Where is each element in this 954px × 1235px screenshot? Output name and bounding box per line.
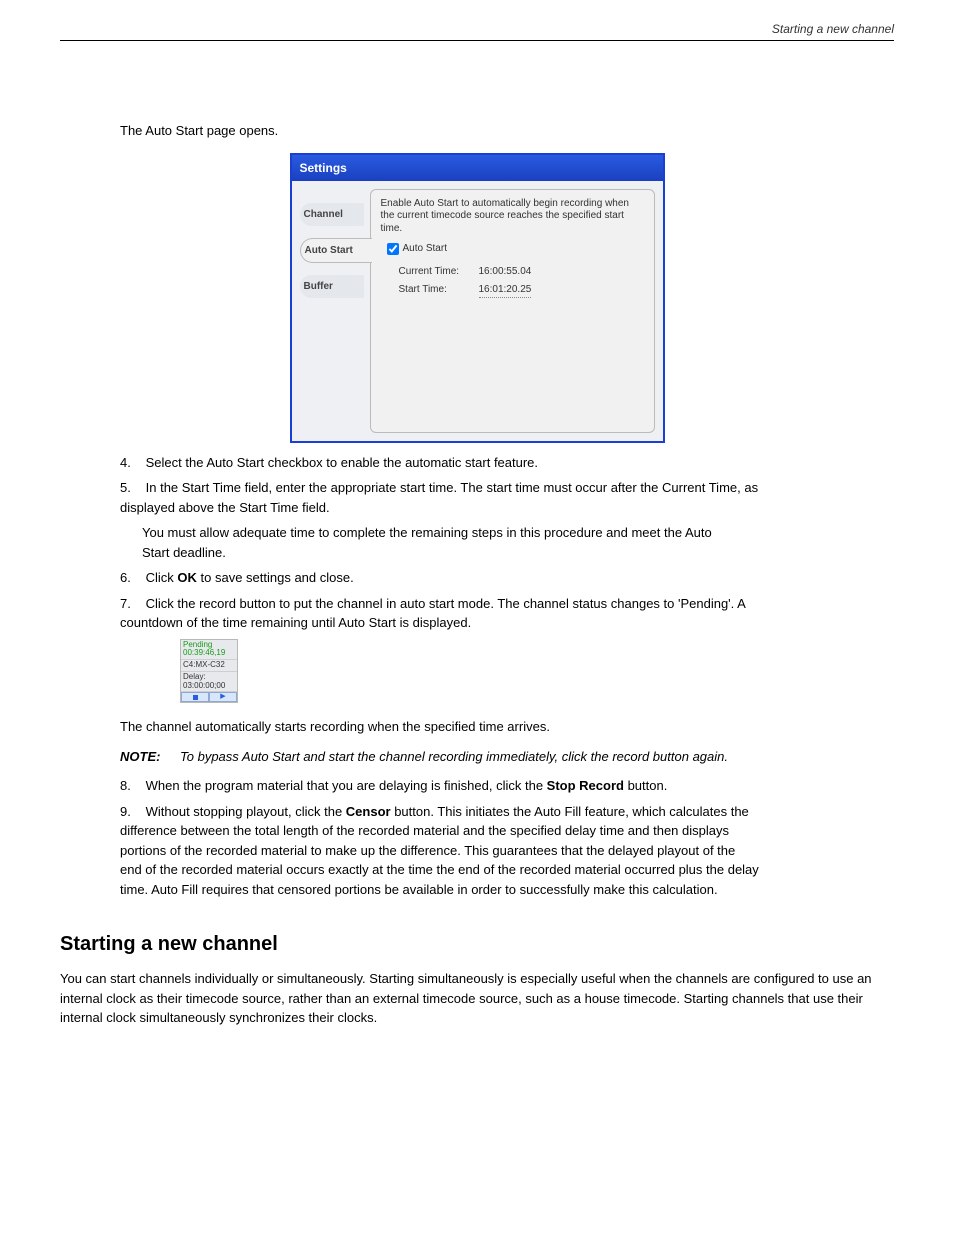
page-header: Starting a new channel (60, 20, 894, 41)
step-8-text2: button. (624, 778, 667, 793)
auto-start-checkbox-label: Auto Start (403, 241, 447, 256)
panel-description: Enable Auto Start to automatically begin… (381, 198, 644, 236)
step-9-bold: Censor (346, 804, 391, 819)
note-block: NOTE: To bypass Auto Start and start the… (120, 747, 760, 767)
step-4: 4. Select the Auto Start checkbox to ena… (120, 453, 760, 473)
step-8-text: When the program material that you are d… (146, 778, 547, 793)
step-8-bold: Stop Record (547, 778, 624, 793)
play-button-icon[interactable]: ▶ (209, 692, 237, 702)
step-6-text: Click (146, 570, 178, 585)
step-6: 6. Click OK to save settings and close. (120, 568, 760, 588)
step-6-num: 6. (120, 568, 142, 588)
tab-buffer[interactable]: Buffer (300, 275, 364, 298)
header-title: Starting a new channel (772, 22, 894, 36)
channel-status-widget: Pending 00:39:46,19 C4:MX-C32 Delay: 03:… (180, 639, 238, 704)
intro-text: The Auto Start page opens. (120, 121, 760, 141)
step-9: 9. Without stopping playout, click the C… (120, 802, 760, 900)
dialog-tabs: Channel Auto Start Buffer (300, 189, 364, 433)
settings-dialog: Settings Channel Auto Start Buffer Enabl… (290, 153, 665, 443)
step-7-text: Click the record button to put the chann… (120, 596, 745, 631)
step-5-text: In the Start Time field, enter the appro… (120, 480, 758, 515)
step-6-bold: OK (177, 570, 197, 585)
step-8: 8. When the program material that you ar… (120, 776, 760, 796)
tab-auto-start[interactable]: Auto Start (300, 238, 372, 263)
dialog-titlebar: Settings (292, 155, 663, 181)
step-4-text: Select the Auto Start checkbox to enable… (146, 455, 538, 470)
channel-name: C4:MX-C32 (181, 660, 237, 672)
step-5-num: 5. (120, 478, 142, 498)
pending-label: Pending (183, 640, 212, 649)
note-label: NOTE: (120, 747, 180, 767)
delay-row: Delay: 03:00:00;00 (181, 672, 237, 693)
current-time-value: 16:00:55.04 (479, 264, 532, 279)
step-9-num: 9. (120, 802, 142, 822)
auto-start-panel: Enable Auto Start to automatically begin… (370, 189, 655, 433)
note-text: To bypass Auto Start and start the chann… (180, 747, 760, 767)
settings-dialog-figure: Settings Channel Auto Start Buffer Enabl… (60, 153, 894, 443)
step-5-sub: You must allow adequate time to complete… (142, 523, 742, 562)
step-7-num: 7. (120, 594, 142, 614)
step-4-num: 4. (120, 453, 142, 473)
step-6-text2: to save settings and close. (197, 570, 354, 585)
step-8-num: 8. (120, 776, 142, 796)
start-time-label: Start Time: (399, 282, 469, 298)
tab-channel[interactable]: Channel (300, 203, 364, 226)
step-7: 7. Click the record button to put the ch… (120, 594, 760, 633)
step-9-text: Without stopping playout, click the (146, 804, 346, 819)
start-time-value[interactable]: 16:01:20.25 (479, 282, 532, 298)
step-5: 5. In the Start Time field, enter the ap… (120, 478, 760, 517)
pending-time: 00:39:46,19 (183, 648, 225, 657)
pending-row: Pending 00:39:46,19 (181, 640, 237, 661)
delay-label: Delay: (183, 672, 206, 681)
current-time-label: Current Time: (399, 264, 469, 279)
post-widget-text: The channel automatically starts recordi… (120, 717, 760, 737)
section-body: You can start channels individually or s… (60, 969, 894, 1028)
auto-start-checkbox-row[interactable]: Auto Start (387, 241, 644, 256)
stop-button-icon[interactable] (181, 692, 209, 702)
auto-start-checkbox[interactable] (387, 243, 399, 255)
section-heading: Starting a new channel (60, 929, 894, 959)
delay-time: 03:00:00;00 (183, 681, 225, 690)
